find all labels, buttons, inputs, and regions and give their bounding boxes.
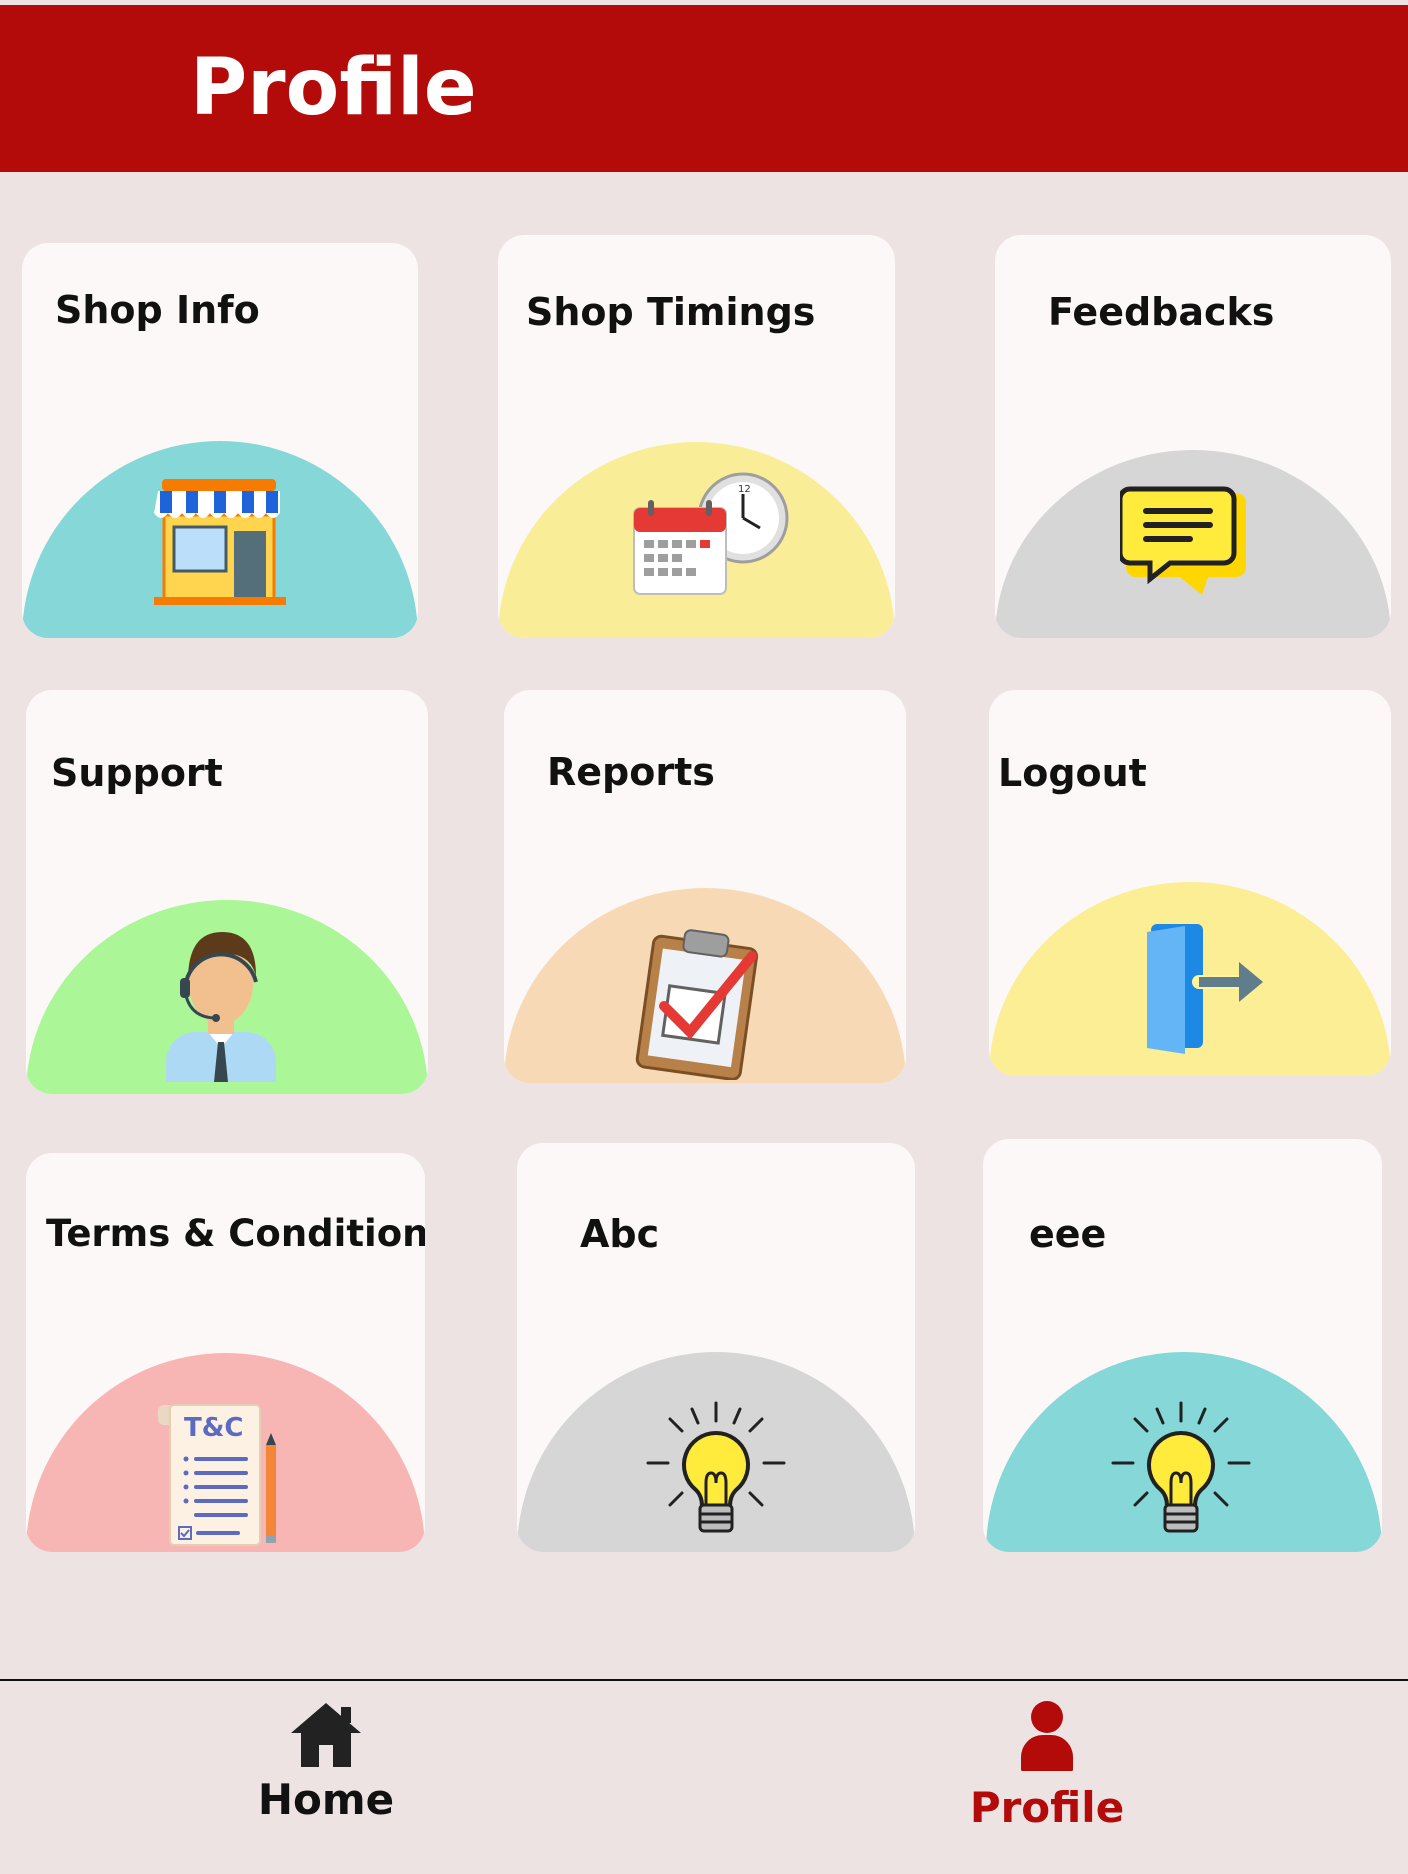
clipboard-check-icon bbox=[635, 929, 759, 1080]
reports-card[interactable]: Reports bbox=[504, 690, 906, 1083]
nav-label: Home bbox=[257, 1775, 395, 1824]
feedbacks-card[interactable]: Feedbacks bbox=[995, 235, 1391, 638]
support-agent-icon bbox=[166, 932, 276, 1082]
card-label: Reports bbox=[547, 750, 715, 794]
shop-icon bbox=[154, 479, 286, 605]
bottom-navigation: Home Profile bbox=[0, 1679, 1408, 1874]
logout-card[interactable]: Logout bbox=[989, 690, 1391, 1076]
logout-door-icon bbox=[1147, 924, 1263, 1054]
chat-bubble-icon bbox=[1120, 486, 1246, 595]
card-label: Terms & Condition bbox=[46, 1212, 425, 1255]
terms-icon-text: T&C bbox=[184, 1413, 244, 1443]
shop-info-card[interactable]: Shop Info bbox=[22, 243, 418, 638]
card-label: Feedbacks bbox=[1048, 290, 1275, 334]
app-header: Profile bbox=[0, 5, 1408, 172]
abc-card[interactable]: Abc bbox=[517, 1143, 915, 1552]
nav-profile[interactable]: Profile bbox=[947, 1699, 1147, 1829]
calendar-clock-icon: 12 bbox=[633, 472, 789, 595]
card-label: Abc bbox=[580, 1212, 660, 1256]
lightbulb-icon bbox=[1111, 1401, 1251, 1533]
terms-document-icon: T&C bbox=[154, 1401, 304, 1552]
nav-label: Profile bbox=[969, 1783, 1125, 1832]
support-card[interactable]: Support bbox=[26, 690, 428, 1094]
terms-card[interactable]: Terms & Condition T&C bbox=[26, 1153, 425, 1552]
card-label: Logout bbox=[998, 751, 1147, 795]
card-label: Support bbox=[51, 751, 223, 795]
eee-card[interactable]: eee bbox=[983, 1139, 1382, 1552]
card-label: Shop Timings bbox=[526, 290, 816, 334]
nav-home[interactable]: Home bbox=[226, 1699, 426, 1821]
shop-timings-card[interactable]: Shop Timings 12 bbox=[498, 235, 895, 638]
home-icon bbox=[291, 1703, 361, 1767]
card-label: Shop Info bbox=[55, 288, 260, 332]
svg-text:12: 12 bbox=[738, 484, 751, 495]
person-icon bbox=[1021, 1701, 1073, 1771]
card-label: eee bbox=[1029, 1212, 1107, 1256]
lightbulb-icon bbox=[646, 1401, 786, 1533]
page-title: Profile bbox=[190, 43, 477, 133]
